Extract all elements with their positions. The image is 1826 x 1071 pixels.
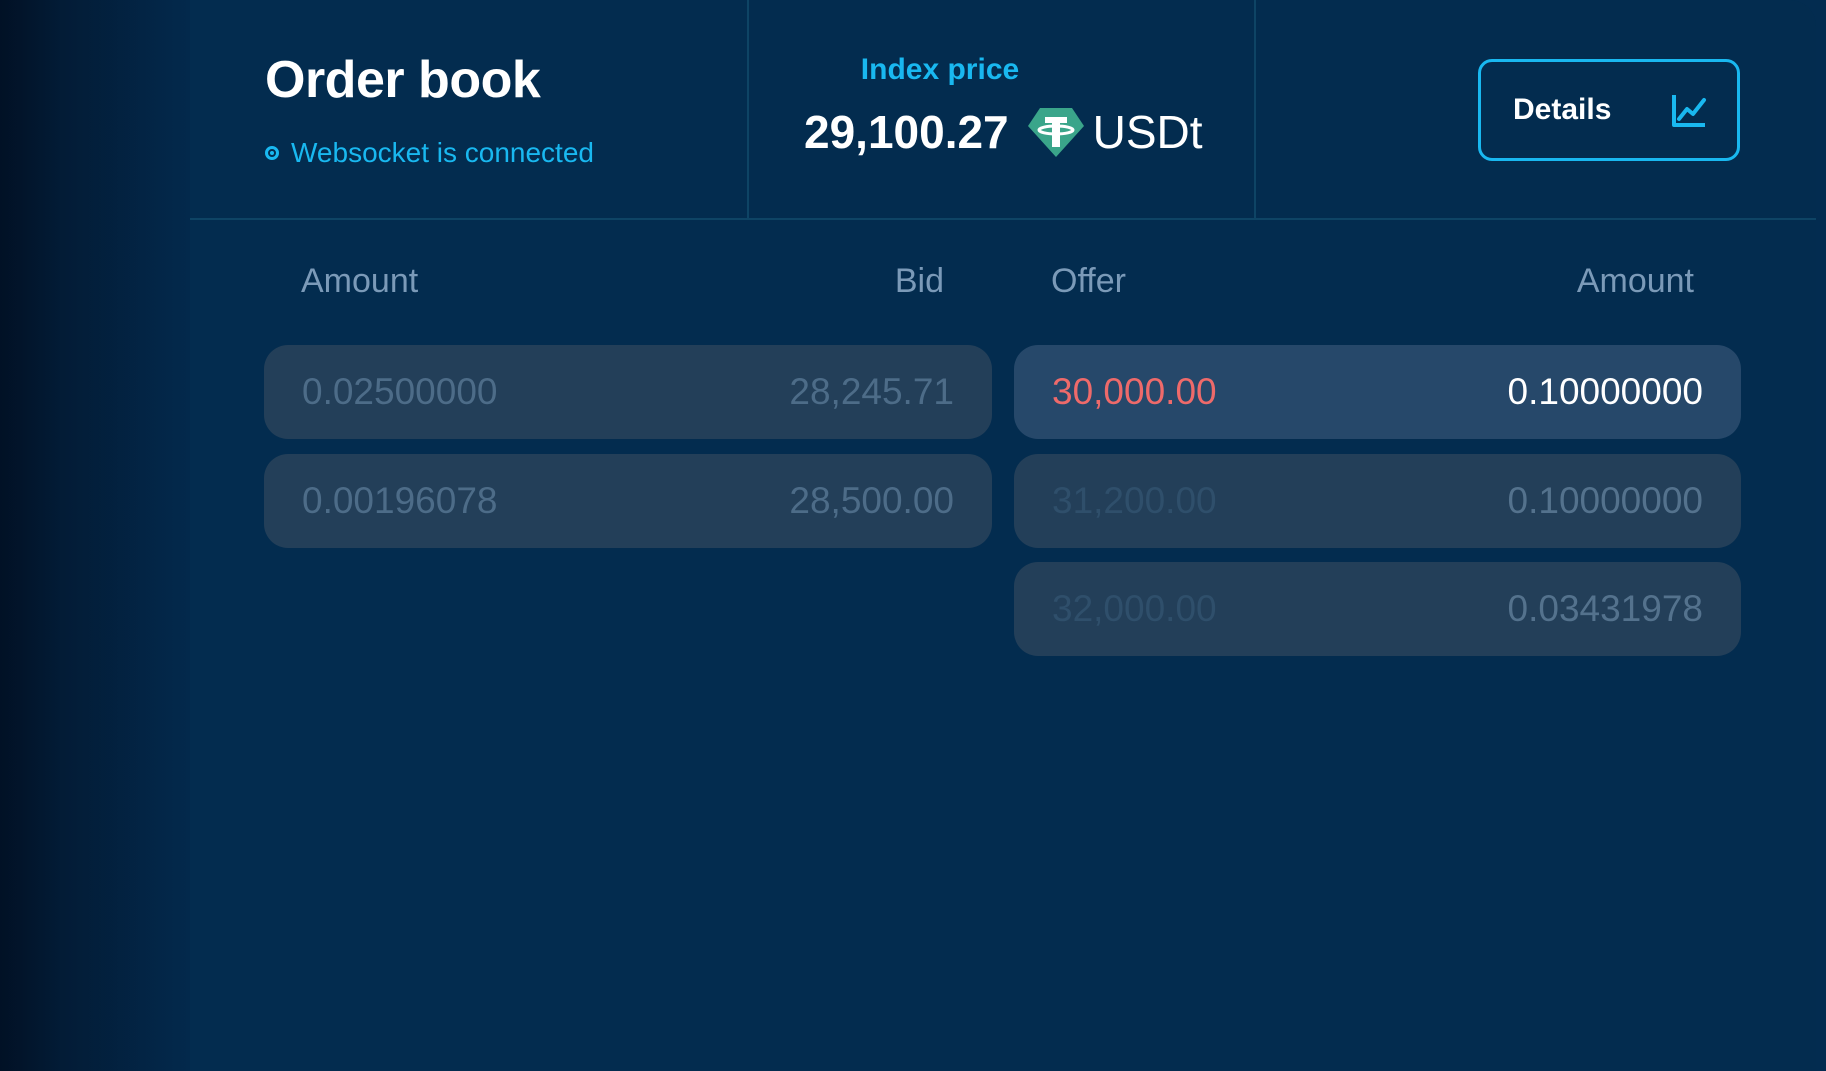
order-book-panel: Order book Websocket is connected Index … [190,0,1816,1071]
bid-price: 28,500.00 [789,480,954,521]
bid-amount: 0.00196078 [302,480,498,521]
connection-status-label: Websocket is connected [291,137,594,168]
header-divider [747,0,749,218]
offer-price: 32,000.00 [1052,588,1217,629]
bid-price-header: Bid [894,262,944,300]
connection-status: Websocket is connected [265,137,594,169]
currency-label: USDt [1092,106,1203,158]
offer-amount-header: Amount [1576,262,1694,300]
offer-amount: 0.10000000 [1507,371,1703,412]
details-button[interactable]: Details [1478,59,1740,161]
page-title: Order book [265,51,541,109]
header-divider [1254,0,1256,218]
details-button-label: Details [1513,93,1612,126]
offer-price: 30,000.00 [1052,371,1217,412]
bid-row[interactable]: 0.00196078 28,500.00 [264,454,992,548]
line-chart-icon [1672,95,1706,127]
offer-amount: 0.10000000 [1507,480,1703,521]
offer-price-header: Offer [1051,262,1126,300]
offer-price: 31,200.00 [1052,480,1217,521]
bid-amount: 0.02500000 [302,371,498,412]
order-book-header: Order book Websocket is connected Index … [190,0,1816,220]
bid-amount-header: Amount [301,262,419,300]
index-price-label: Index price [860,53,1020,86]
index-price: 29,100.27 USDt [804,105,1203,159]
offer-amount: 0.03431978 [1507,588,1703,629]
status-dot-icon [265,146,279,160]
bid-row[interactable]: 0.02500000 28,245.71 [264,345,992,439]
index-price-value: 29,100.27 [804,106,1009,158]
bid-price: 28,245.71 [789,371,954,412]
offer-row[interactable]: 32,000.00 0.03431978 [1014,562,1741,656]
sidebar-shadow [0,0,190,1071]
offer-row[interactable]: 30,000.00 0.10000000 [1014,345,1741,439]
offer-row[interactable]: 31,200.00 0.10000000 [1014,454,1741,548]
tether-icon [1027,108,1084,157]
